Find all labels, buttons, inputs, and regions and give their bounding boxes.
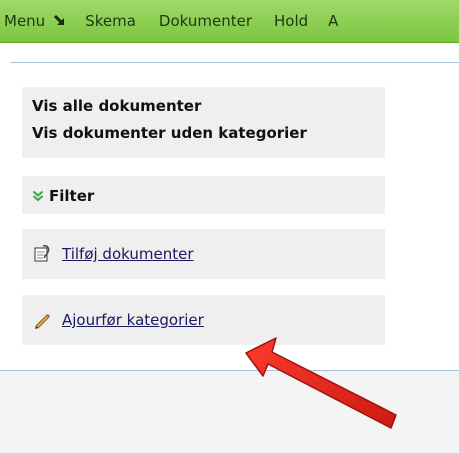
footer-area xyxy=(0,370,459,453)
add-documents-panel: Tilføj dokumenter xyxy=(22,229,385,279)
menu-item-skema[interactable]: Skema xyxy=(85,12,136,30)
show-all-documents-link[interactable]: Vis alle dokumenter xyxy=(32,97,201,115)
menu-item-truncated[interactable]: A xyxy=(328,12,338,30)
pencil-icon xyxy=(35,314,50,329)
add-document-icon xyxy=(34,245,50,262)
update-categories-action[interactable]: Ajourfør kategorier xyxy=(32,310,204,330)
menu-button[interactable]: Menu xyxy=(4,12,67,30)
double-chevron-down-icon xyxy=(32,190,44,202)
filter-panel: Filter xyxy=(22,176,385,214)
update-categories-panel: Ajourfør kategorier xyxy=(22,295,385,345)
add-documents-action[interactable]: Tilføj dokumenter xyxy=(32,244,193,264)
divider xyxy=(10,62,459,63)
menu-label: Menu xyxy=(4,12,46,30)
show-uncategorized-documents-link[interactable]: Vis dokumenter uden kategorier xyxy=(32,124,307,142)
filter-label: Filter xyxy=(49,187,95,205)
diagonal-arrow-icon xyxy=(54,14,65,26)
update-categories-link[interactable]: Ajourfør kategorier xyxy=(62,311,204,329)
menu-item-dokumenter[interactable]: Dokumenter xyxy=(159,12,252,30)
menu-item-hold[interactable]: Hold xyxy=(274,12,308,30)
add-documents-link[interactable]: Tilføj dokumenter xyxy=(62,245,193,263)
main-menu-bar: Menu Skema Dokumenter Hold A xyxy=(0,0,459,43)
documents-view-panel: Vis alle dokumenter Vis dokumenter uden … xyxy=(22,87,385,158)
filter-toggle[interactable]: Filter xyxy=(32,187,94,205)
